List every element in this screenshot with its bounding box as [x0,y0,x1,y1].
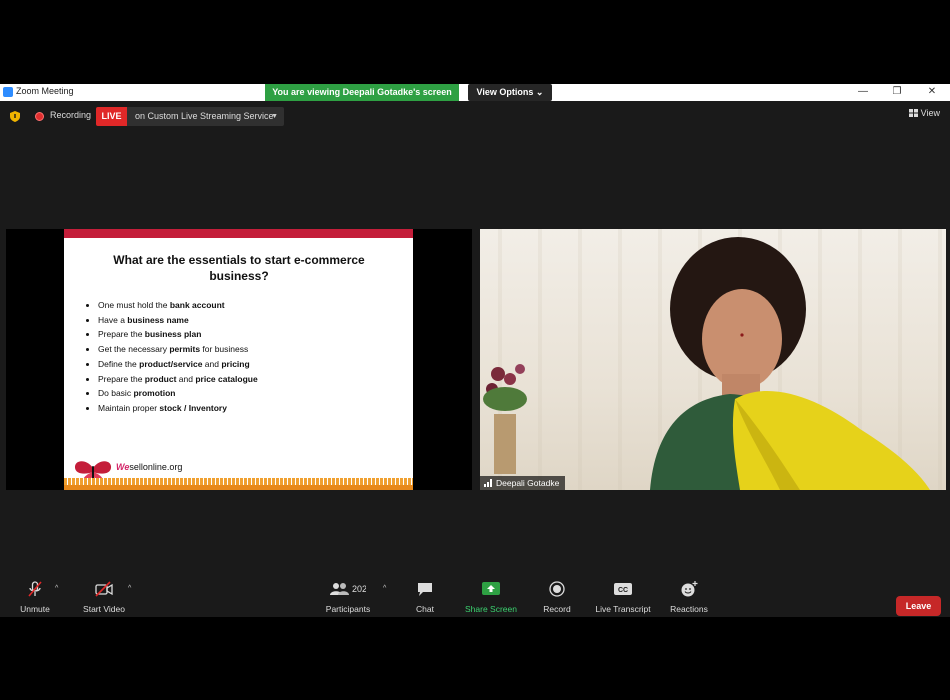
video-options-caret[interactable]: ^ [128,575,136,615]
share-screen-icon [482,582,500,595]
slide-bullets: One must hold the bank account Have a bu… [84,298,398,416]
view-button[interactable]: View [909,108,940,118]
live-transcript-button[interactable]: CC Live Transcript [590,575,656,615]
video-off-icon [95,581,113,597]
slide-bullet: Prepare the business plan [98,327,398,342]
caret-down-icon: ▼ [271,113,278,120]
participants-button[interactable]: 202 Participants [318,575,378,615]
chat-icon [418,583,432,596]
reactions-button[interactable]: Reactions [664,575,714,615]
slide-bullet: Do basic promotion [98,386,398,401]
slide-top-stripe [64,229,413,238]
window-title: Zoom Meeting [16,86,74,96]
flower-vase [483,364,527,474]
slide-title: What are the essentials to start e-comme… [113,253,365,283]
restore-button[interactable]: ❐ [886,85,908,99]
participants-icon: 202 [330,583,366,595]
view-grid-icon [909,109,919,117]
record-button[interactable]: Record [538,575,576,615]
reactions-icon [681,581,698,597]
slide-bullet: One must hold the bank account [98,298,398,313]
participant-name: Deepali Gotadke [496,478,560,488]
unmute-button[interactable]: Unmute [12,575,58,615]
presentation-slide: What are the essentials to start e-comme… [64,229,413,490]
mic-muted-icon [28,581,42,597]
shared-screen: What are the essentials to start e-comme… [6,229,472,490]
stream-service-label: on Custom Live Streaming Service [135,111,274,121]
speaker-video-frame [483,237,930,490]
share-screen-button[interactable]: Share Screen [460,575,522,615]
chat-button[interactable]: Chat [407,575,443,615]
view-options-button[interactable]: View Options ⌄ [468,84,552,101]
participants-count: 202 [352,584,366,594]
audio-options-caret[interactable]: ^ [55,575,63,615]
slide-bottom-band [64,485,413,490]
title-bar: Zoom Meeting You are viewing Deepali Got… [0,84,950,101]
meeting-toolbar: Unmute ^ Start Video ^ 202 Participants … [0,575,950,617]
leave-button[interactable]: Leave [896,596,941,616]
participants-options-caret[interactable]: ^ [383,575,391,615]
record-dot-icon [35,112,44,121]
view-options-label: View Options [476,87,534,97]
speaker-person [650,237,930,490]
record-icon [549,581,565,597]
minimize-button[interactable]: — [852,85,874,99]
slide-bullet: Prepare the product and price catalogue [98,372,398,387]
signal-icon [484,479,492,487]
logo-text: Wesellonline.org [116,462,183,472]
recording-label: Recording [50,110,92,120]
slide-bullet: Get the necessary permits for business [98,342,398,357]
svg-text:CC: CC [618,587,628,594]
chevron-down-icon: ⌄ [535,87,544,97]
cc-icon: CC [614,583,632,595]
speaker-video[interactable]: Deepali Gotadke [480,229,946,490]
start-video-button[interactable]: Start Video [76,575,132,615]
zoom-logo-icon [3,87,13,97]
close-button[interactable]: ✕ [921,85,943,99]
shield-icon[interactable] [10,111,20,122]
slide-bullet: Maintain proper stock / Inventory [98,401,398,416]
participant-name-tag: Deepali Gotadke [480,476,566,490]
zoom-window: Zoom Meeting You are viewing Deepali Got… [0,84,950,617]
view-label: View [920,108,940,118]
viewing-banner: You are viewing Deepali Gotadke's screen [265,84,459,101]
live-badge: LIVE [96,107,127,126]
slide-bullet: Define the product/service and pricing [98,357,398,372]
slide-bullet: Have a business name [98,313,398,328]
stream-service-dropdown[interactable]: on Custom Live Streaming Service ▼ [127,107,284,126]
